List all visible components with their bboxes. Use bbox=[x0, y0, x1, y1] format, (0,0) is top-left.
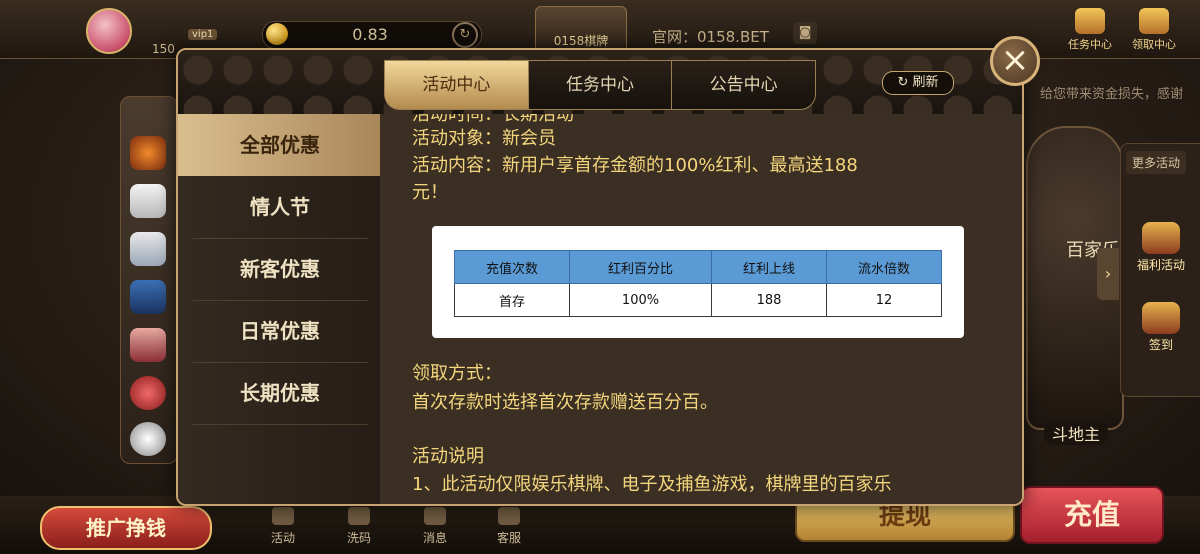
table-cell: 首存 bbox=[454, 283, 570, 317]
refresh-label: 刷新 bbox=[912, 75, 939, 90]
gift-icon bbox=[1139, 8, 1169, 34]
live-dealer-icon[interactable] bbox=[130, 328, 166, 362]
hot-icon[interactable] bbox=[130, 136, 166, 170]
activity-modal: 活动中心 任务中心 公告中心 ↻ 刷新 全部优惠 情人节 新客优惠 日常优惠 长… bbox=[176, 48, 1024, 506]
claim-method-title: 领取方式： bbox=[412, 363, 502, 384]
logo-text: 0158棋牌 bbox=[553, 34, 609, 48]
nav-activity[interactable]: 活动 bbox=[258, 507, 308, 546]
welfare-button[interactable]: 福利活动 bbox=[1130, 222, 1192, 273]
table-header: 红利上线 bbox=[711, 250, 828, 284]
menu-new-customer[interactable]: 新客优惠 bbox=[178, 238, 382, 300]
cards-icon[interactable] bbox=[130, 184, 166, 218]
logo: 0158棋牌 bbox=[535, 6, 627, 54]
fish-icon[interactable] bbox=[130, 280, 166, 314]
menu-divider bbox=[192, 424, 368, 425]
bonus-table-image: 充值次数 红利百分比 红利上线 流水倍数 首存 100% 188 12 bbox=[432, 226, 964, 338]
support-icon bbox=[498, 507, 520, 525]
menu-valentines[interactable]: 情人节 bbox=[178, 176, 382, 238]
vip-badge: vip1 bbox=[188, 29, 218, 40]
landlord-label: 斗地主 bbox=[1044, 421, 1109, 445]
activity-desc-line: 活动内容：新用户享首存金额的100%红利、最高送188 bbox=[412, 155, 858, 176]
nav-support[interactable]: 客服 bbox=[484, 507, 534, 546]
rules-line-1: 1、此活动仅限娱乐棋牌、电子及捕鱼游戏，棋牌里的百家乐 bbox=[412, 474, 892, 495]
sports-icon[interactable] bbox=[130, 422, 166, 456]
table-header: 充值次数 bbox=[454, 250, 570, 284]
claim-center-label: 领取中心 bbox=[1132, 38, 1176, 51]
nav-rebate-label: 洗码 bbox=[346, 531, 371, 545]
slot-icon[interactable] bbox=[130, 232, 166, 266]
avatar[interactable] bbox=[86, 8, 132, 54]
nav-activity-label: 活动 bbox=[270, 531, 295, 545]
nav-rebate[interactable]: 洗码 bbox=[334, 507, 384, 546]
refresh-button[interactable]: ↻ 刷新 bbox=[882, 71, 954, 95]
expand-arrow-icon[interactable]: › bbox=[1097, 248, 1119, 300]
user-id: 150 bbox=[152, 42, 175, 56]
lottery-icon[interactable] bbox=[130, 376, 166, 410]
activity-icon bbox=[272, 507, 294, 525]
recharge-button[interactable]: 充值 bbox=[1020, 486, 1164, 544]
refresh-icon: ↻ bbox=[897, 75, 909, 90]
promo-category-menu: 全部优惠 情人节 新客优惠 日常优惠 长期优惠 bbox=[178, 114, 382, 504]
bonus-table: 充值次数 红利百分比 红利上线 流水倍数 首存 100% 188 12 bbox=[454, 250, 942, 317]
rules-title: 活动说明 bbox=[412, 446, 484, 467]
more-activities-title[interactable]: 更多活动 bbox=[1126, 151, 1187, 174]
nav-messages[interactable]: 消息 bbox=[410, 507, 460, 546]
checkin-label: 签到 bbox=[1148, 338, 1173, 352]
message-icon bbox=[424, 507, 446, 525]
menu-daily[interactable]: 日常优惠 bbox=[178, 300, 382, 362]
welfare-label: 福利活动 bbox=[1136, 258, 1185, 272]
welfare-icon bbox=[1142, 222, 1180, 254]
checkin-button[interactable]: 签到 bbox=[1130, 302, 1192, 353]
table-header: 红利百分比 bbox=[568, 250, 713, 284]
refresh-balance-icon[interactable]: ↻ bbox=[452, 22, 478, 48]
tab-task-center[interactable]: 任务中心 bbox=[529, 61, 673, 109]
task-icon bbox=[1075, 8, 1105, 34]
nav-support-label: 客服 bbox=[496, 531, 521, 545]
promo-button[interactable]: 推广挣钱 bbox=[40, 506, 212, 550]
website-label: 官网：0158.BET bbox=[652, 28, 769, 46]
rebate-icon bbox=[348, 507, 370, 525]
camera-icon[interactable]: ◙ bbox=[793, 22, 817, 44]
tab-activity-center[interactable]: 活动中心 bbox=[385, 61, 529, 109]
activity-desc-line-2: 元！ bbox=[412, 182, 448, 203]
close-icon[interactable]: × bbox=[990, 36, 1040, 86]
modal-tabs: 活动中心 任务中心 公告中心 bbox=[384, 60, 816, 110]
menu-long-term[interactable]: 长期优惠 bbox=[178, 362, 382, 424]
coin-icon bbox=[266, 23, 288, 45]
claim-method-body: 首次存款时选择首次存款赠送百分百。 bbox=[412, 392, 718, 413]
calendar-icon bbox=[1142, 302, 1180, 334]
balance-value: 0.83 bbox=[352, 25, 388, 44]
nav-messages-label: 消息 bbox=[422, 531, 447, 545]
table-cell: 100% bbox=[568, 283, 713, 317]
table-header: 流水倍数 bbox=[826, 250, 942, 284]
table-cell: 12 bbox=[826, 283, 942, 317]
marquee-text: 给您带来资金损失，感谢 bbox=[1040, 87, 1184, 102]
table-row: 首存 100% 188 12 bbox=[454, 283, 942, 317]
tab-announcement-center[interactable]: 公告中心 bbox=[672, 61, 815, 109]
menu-all-promos[interactable]: 全部优惠 bbox=[178, 114, 382, 176]
table-header-row: 充值次数 红利百分比 红利上线 流水倍数 bbox=[454, 250, 942, 284]
task-center-label: 任务中心 bbox=[1068, 38, 1112, 51]
table-cell: 188 bbox=[711, 283, 828, 317]
promo-content[interactable]: 活动时间：长期活动 活动对象：新会员 活动内容：新用户享首存金额的100%红利、… bbox=[380, 114, 1022, 504]
task-center-button[interactable]: 任务中心 bbox=[1064, 8, 1116, 52]
activity-target-line: 活动对象：新会员 bbox=[412, 128, 556, 149]
claim-center-button[interactable]: 领取中心 bbox=[1128, 8, 1180, 52]
